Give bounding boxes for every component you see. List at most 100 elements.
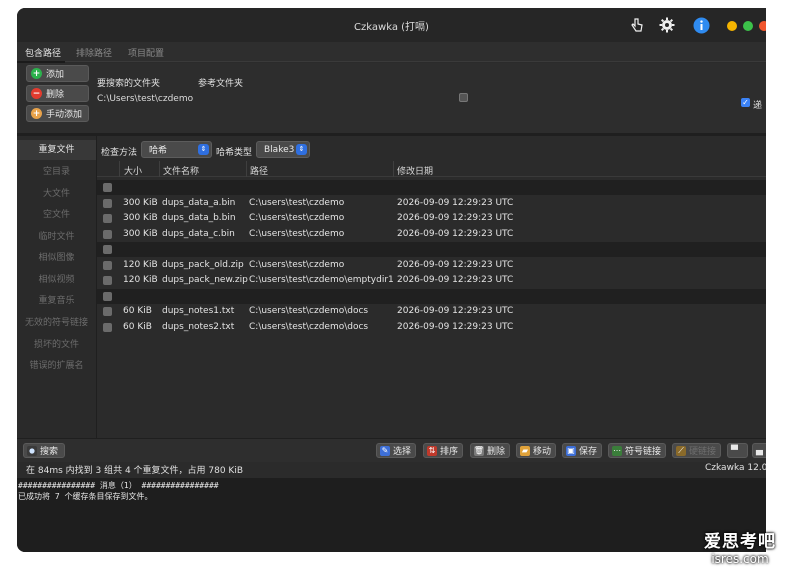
nav-empty-files[interactable]: 空文件 <box>17 205 96 225</box>
group-header-row[interactable] <box>97 242 766 257</box>
header-name[interactable]: 文件名称 <box>163 164 199 177</box>
manual-add-button[interactable]: + 手动添加 <box>26 105 89 122</box>
cell-size: 120 KiB <box>123 259 158 270</box>
table-row[interactable]: 300 KiB dups_data_a.bin C:\users\test\czde… <box>97 196 766 211</box>
table-row[interactable]: 60 KiB dups_notes2.txt C:\users\test\czdem… <box>97 320 766 335</box>
directory-path[interactable]: C:\Users\test\czdemo <box>97 94 193 104</box>
table-row[interactable]: 300 KiB dups_data_b.bin C:\users\test\czde… <box>97 211 766 226</box>
cell-date: 2026-09-09 12:29:23 UTC <box>397 197 514 208</box>
reference-checkbox[interactable] <box>459 93 468 102</box>
nav-empty-folders[interactable]: 空目录 <box>17 162 96 182</box>
maximize-button[interactable] <box>743 21 753 31</box>
sort-button[interactable]: ⇅ 排序 <box>423 443 464 458</box>
link-icon: ⋯ <box>612 445 622 456</box>
cell-size: 60 KiB <box>123 306 152 316</box>
tab-exclude-paths[interactable]: 排除路径 <box>76 46 112 59</box>
status-summary: 在 84ms 内找到 3 组共 4 个重复文件，占用 780 KiB <box>26 466 244 476</box>
save-button[interactable]: ▣ 保存 <box>562 443 603 458</box>
nav-broken-files[interactable]: 损坏的文件 <box>17 335 96 355</box>
cell-name: dups_data_c.bin <box>162 228 235 239</box>
cell-size: 60 KiB <box>123 321 152 332</box>
search-label: 搜索 <box>40 447 59 457</box>
group-header-row[interactable] <box>97 288 766 304</box>
collapse-button[interactable]: ▀ <box>727 443 748 458</box>
log-message: 已成功将 7 个缓存条目保存到文件。 <box>18 492 153 501</box>
add-directory-label: 添加 <box>46 70 65 80</box>
select-label: 选择 <box>393 447 412 457</box>
row-checkbox[interactable] <box>103 198 112 208</box>
add-directory-button[interactable]: + 添加 <box>26 65 89 82</box>
sort-icon: ⇅ <box>427 445 437 456</box>
title-bar: Czkawka (打嗝) <box>17 8 766 42</box>
hardlink-button[interactable]: ⟋ 硬链接 <box>672 443 722 458</box>
nav-similar-videos[interactable]: 相似视频 <box>17 270 96 290</box>
row-checkbox[interactable] <box>103 291 112 301</box>
nav-temp-files[interactable]: 临时文件 <box>17 227 96 247</box>
cell-name: dups_data_a.bin <box>162 197 236 208</box>
table-row[interactable]: 60 KiB dups_notes1.txt C:\users\test\czdem… <box>97 304 766 319</box>
recursive-label: 递 <box>753 101 763 111</box>
header-modified[interactable]: 修改日期 <box>397 164 433 177</box>
cell-name: dups_pack_old.zip <box>162 259 244 270</box>
nav-duplicate-music[interactable]: 重复音乐 <box>17 291 96 311</box>
column-divider <box>119 161 120 177</box>
nav-bad-extensions[interactable]: 错误的扩展名 <box>17 356 96 376</box>
table-header: 大小 文件名称 路径 修改日期 <box>97 161 766 177</box>
tab-project-config[interactable]: 项目配置 <box>128 46 164 59</box>
cell-path: C:\users\test\czdemo\emptydir1 <box>249 275 394 285</box>
version-label: Czkawka 12.0 <box>705 463 766 473</box>
column-divider <box>393 161 394 177</box>
delete-button[interactable]: 🗑 删除 <box>470 443 511 458</box>
folder-icon: ▰ <box>520 445 530 456</box>
column-divider <box>246 161 247 177</box>
header-size[interactable]: 大小 <box>124 164 142 177</box>
action-bar: 搜索 ✎ 选择 ⇅ 排序 🗑 删除 ▰ 移动 ▣ 保存 ⋯ 符号链接 ⟋ 硬链接 <box>17 438 766 462</box>
remove-directory-button[interactable]: − 删除 <box>26 85 89 102</box>
minimize-button[interactable] <box>727 21 737 31</box>
column-divider <box>159 161 160 177</box>
recursive-checkbox[interactable]: ✓ <box>741 98 750 107</box>
check-method-value: 哈希 <box>149 146 168 156</box>
row-checkbox[interactable] <box>103 214 112 223</box>
search-button[interactable]: 搜索 <box>23 443 65 458</box>
move-button[interactable]: ▰ 移动 <box>516 443 557 458</box>
table-row[interactable]: 300 KiB dups_data_c.bin C:\users\test\czde… <box>97 227 766 242</box>
hand-pointer-icon[interactable] <box>627 15 647 35</box>
remove-directory-label: 删除 <box>46 90 65 100</box>
nav-similar-images[interactable]: 相似图像 <box>17 248 96 268</box>
nav-duplicate-files[interactable]: 重复文件 <box>17 140 96 160</box>
row-checkbox[interactable] <box>103 307 112 316</box>
save-label: 保存 <box>579 447 598 457</box>
header-path[interactable]: 路径 <box>250 164 268 177</box>
select-button[interactable]: ✎ 选择 <box>376 443 417 458</box>
row-checkbox[interactable] <box>103 245 112 254</box>
check-method-select[interactable]: 哈希 ⇕ <box>141 141 212 158</box>
save-icon: ▣ <box>566 445 576 456</box>
watermark-domain: isres.com <box>711 552 769 566</box>
row-checkbox[interactable] <box>103 229 112 239</box>
nav-invalid-symlinks[interactable]: 无效的符号链接 <box>17 313 96 333</box>
group-header-row[interactable] <box>97 180 766 195</box>
app-window: Czkawka (打嗝) 包含路径 排除路径 项目配置 + 添加 − 删除 + <box>17 8 766 552</box>
row-checkbox[interactable] <box>103 276 112 285</box>
tool-nav: 重复文件 空目录 大文件 空文件 临时文件 相似图像 相似视频 重复音乐 无效的… <box>17 136 96 438</box>
sidebar-toggle-button[interactable]: ▄ <box>752 443 766 458</box>
select-icon: ✎ <box>380 445 390 456</box>
table-row[interactable]: 120 KiB dups_pack_old.zip C:\users\test\cz… <box>97 258 766 273</box>
gear-icon[interactable] <box>657 15 677 35</box>
info-icon[interactable] <box>691 15 711 35</box>
row-checkbox[interactable] <box>103 322 112 332</box>
table-row[interactable]: 120 KiB dups_pack_new.zip C:\users\test\cz… <box>97 273 766 288</box>
method-bar: 检查方法 哈希 ⇕ 哈希类型 Blake3 ⇕ <box>97 136 766 160</box>
column-search-folders: 要搜索的文件夹 <box>97 79 161 89</box>
close-button[interactable] <box>759 21 766 31</box>
hardlink-label: 硬链接 <box>689 447 717 457</box>
symlink-button[interactable]: ⋯ 符号链接 <box>608 443 667 458</box>
symlink-label: 符号链接 <box>625 447 662 457</box>
row-checkbox[interactable] <box>103 260 112 270</box>
nav-big-files[interactable]: 大文件 <box>17 184 96 204</box>
hash-type-select[interactable]: Blake3 ⇕ <box>256 141 310 158</box>
tab-include-paths[interactable]: 包含路径 <box>25 46 61 59</box>
row-checkbox[interactable] <box>103 183 112 192</box>
sort-label: 排序 <box>440 447 459 457</box>
